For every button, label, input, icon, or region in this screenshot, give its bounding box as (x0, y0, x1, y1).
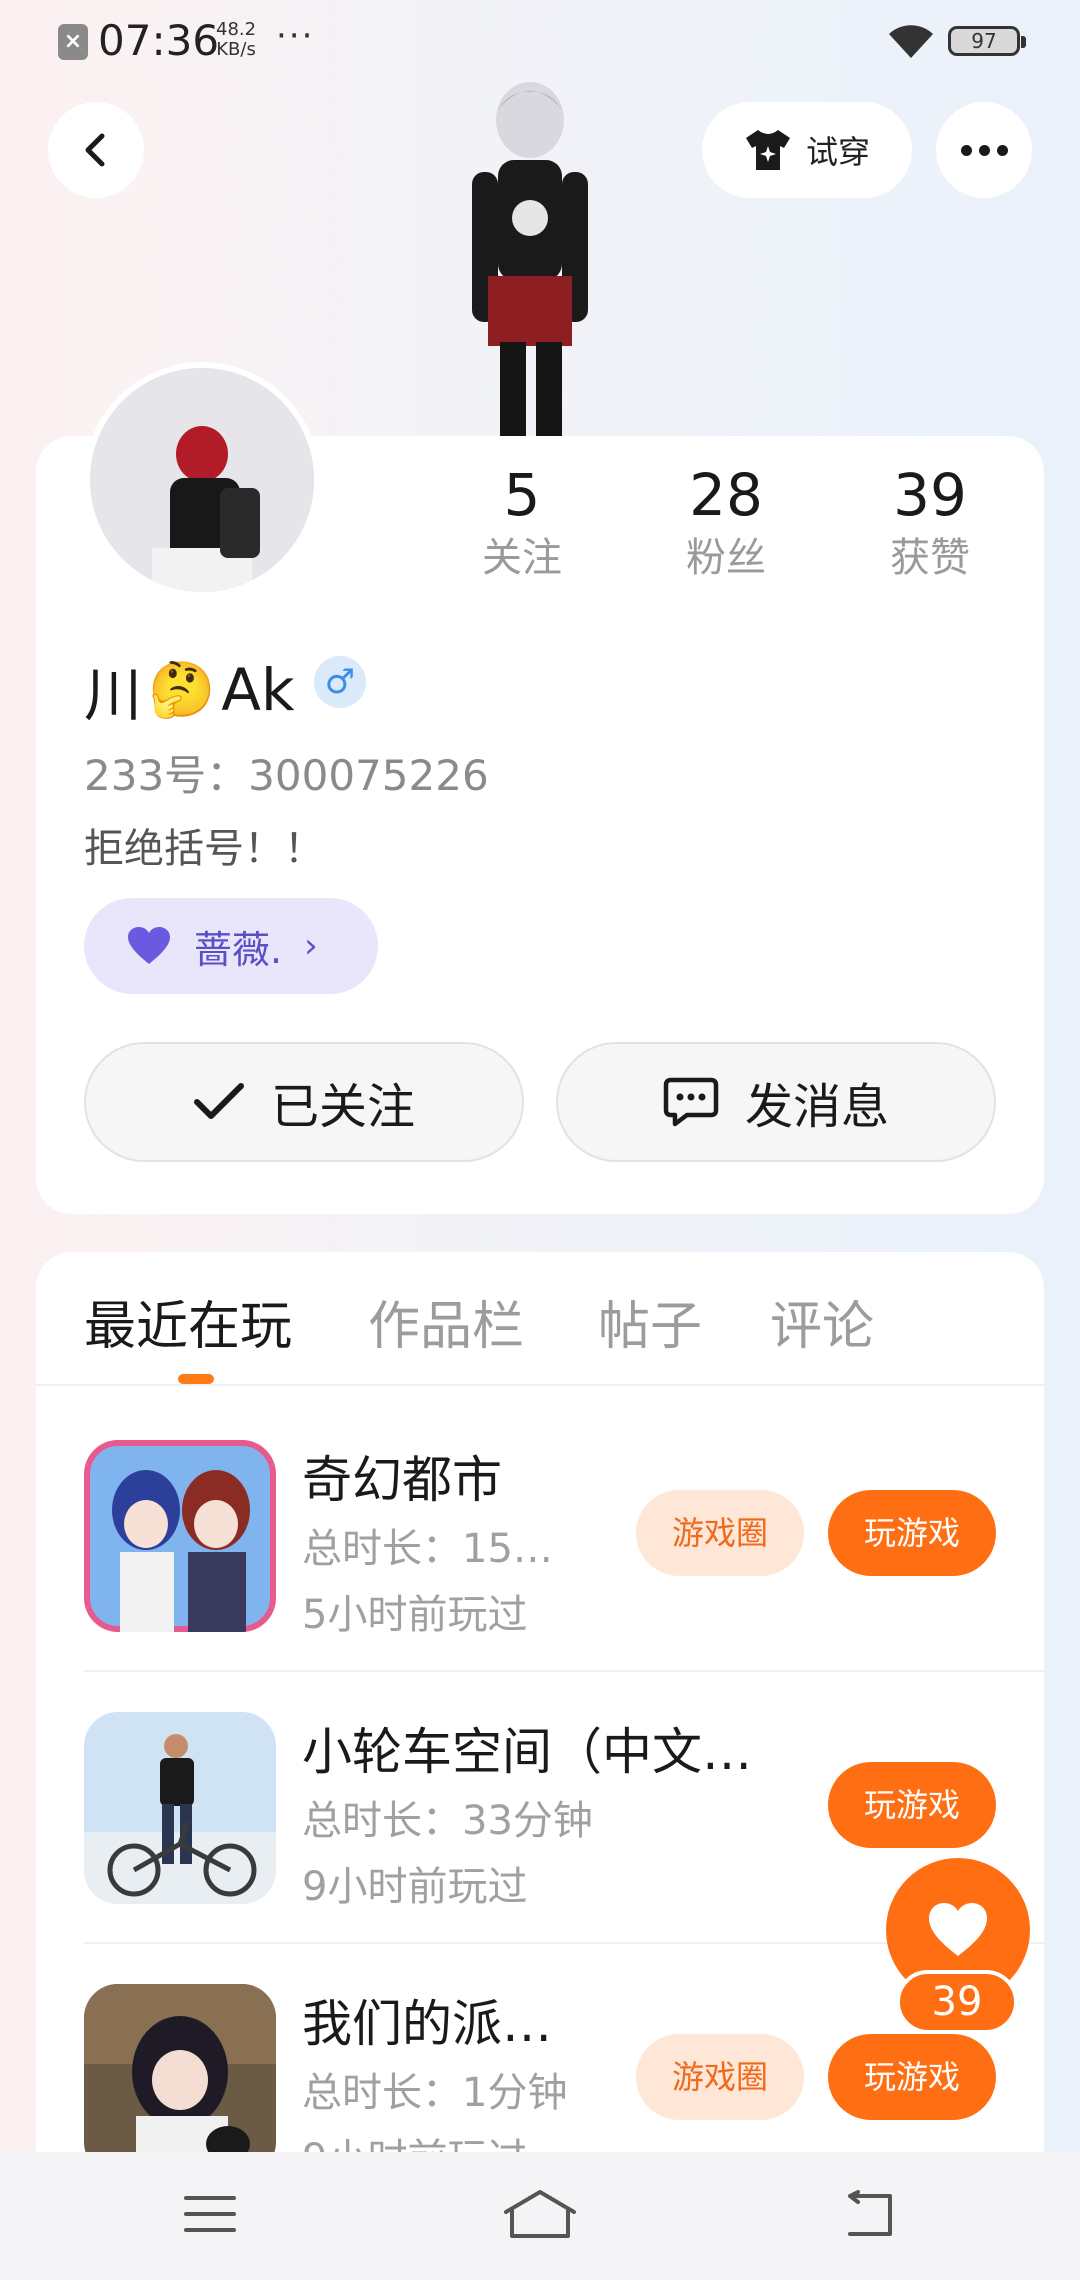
tab-divider (36, 1384, 1044, 1386)
stat-likes-value: 39 (893, 461, 967, 529)
relationship-tag[interactable]: 蔷薇. › (84, 898, 378, 994)
shirt-icon (745, 130, 790, 170)
system-nav-bar (0, 2152, 1080, 2280)
game-play-duration: 总时长：33分钟 (302, 1798, 593, 1844)
username-part2: Ak (221, 656, 295, 724)
stat-following-value: 5 (503, 461, 541, 529)
message-button[interactable]: 发消息 (556, 1042, 996, 1162)
chevron-right-icon: › (304, 926, 318, 966)
tab-recently-played[interactable]: 最近在玩 (84, 1284, 292, 1359)
avatar-image (90, 368, 314, 592)
stat-fans-label: 粉丝 (686, 535, 766, 581)
heart-icon (929, 1903, 987, 1956)
followed-label: 已关注 (270, 1079, 415, 1135)
followed-button[interactable]: 已关注 (84, 1042, 524, 1162)
play-game-button[interactable]: 玩游戏 (828, 2034, 996, 2120)
stat-fans-value: 28 (689, 461, 763, 529)
game-icon[interactable] (84, 1712, 276, 1904)
back-button[interactable] (48, 102, 144, 198)
avatar-character-figure (450, 80, 610, 440)
user-bio: 拒绝括号！！ (84, 826, 324, 872)
play-game-button[interactable]: 玩游戏 (828, 1762, 996, 1848)
stat-following-label: 关注 (482, 535, 562, 581)
game-play-duration: 总时长：1分钟 (302, 2070, 568, 2116)
check-icon (193, 1083, 244, 1119)
tab-active-indicator (178, 1374, 214, 1384)
more-options-button[interactable] (936, 102, 1032, 198)
network-speed-unit: KB/s (216, 39, 256, 60)
row-divider (84, 1670, 1044, 1672)
battery-indicator: 97 (948, 26, 1026, 56)
tab-comments[interactable]: 评论 (770, 1284, 874, 1359)
stat-fans[interactable]: 28 粉丝 (646, 460, 806, 586)
stat-likes-label: 获赞 (890, 535, 970, 581)
like-count: 39 (896, 1970, 1018, 2034)
game-last-played: 9小时前玩过 (302, 1864, 528, 1910)
wifi-icon (886, 24, 936, 64)
play-game-button[interactable]: 玩游戏 (828, 1490, 996, 1576)
game-title: 我们的派… (302, 1995, 552, 2053)
game-last-played: 5小时前玩过 (302, 1592, 528, 1638)
menu-icon[interactable] (170, 2184, 250, 2244)
game-circle-button[interactable]: 游戏圈 (636, 2034, 804, 2120)
heart-icon (128, 927, 170, 964)
try-on-label: 试穿 (805, 133, 870, 171)
tab-works[interactable]: 作品栏 (368, 1284, 524, 1359)
game-icon[interactable] (84, 1984, 276, 2176)
status-time: 07:36 (98, 16, 220, 65)
username-emoji: 🤔 (148, 658, 216, 721)
avatar[interactable] (84, 362, 320, 598)
relationship-tag-label: 蔷薇. (194, 927, 283, 972)
network-speed: 48.2 KB/s (216, 20, 256, 60)
stat-likes[interactable]: 39 获赞 (850, 460, 1010, 586)
message-label: 发消息 (744, 1079, 889, 1135)
status-bar: × 07:36 48.2 KB/s ··· 97 (0, 0, 1080, 90)
stat-following[interactable]: 5 关注 (442, 460, 602, 586)
male-gender-icon: ♂ (314, 656, 366, 708)
network-speed-value: 48.2 (216, 19, 257, 40)
chevron-left-icon (85, 133, 105, 167)
chat-bubble-icon (663, 1077, 719, 1127)
try-on-button[interactable]: 试穿 (702, 102, 912, 198)
status-more-icon: ··· (276, 16, 315, 56)
more-horizontal-icon (960, 144, 972, 156)
game-icon[interactable] (84, 1440, 276, 1632)
sim-off-icon: × (58, 24, 88, 60)
game-title: 奇幻都市 (302, 1451, 502, 1509)
back-icon[interactable] (830, 2184, 910, 2244)
username: 川 🤔 Ak (84, 648, 295, 732)
username-part1: 川 (84, 661, 143, 729)
game-circle-button[interactable]: 游戏圈 (636, 1490, 804, 1576)
user-id: 233号：300075226 (84, 751, 489, 800)
home-icon[interactable] (500, 2184, 580, 2244)
game-play-duration: 总时长：15… (302, 1526, 553, 1572)
game-title: 小轮车空间（中文… (302, 1723, 752, 1781)
tab-posts[interactable]: 帖子 (598, 1284, 702, 1359)
